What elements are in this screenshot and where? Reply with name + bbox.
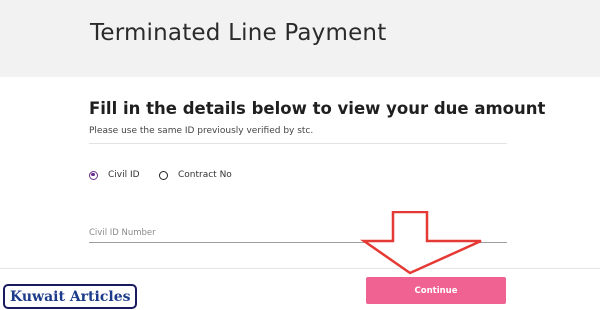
radio-unselected-icon[interactable] bbox=[159, 170, 168, 180]
radio-selected-icon[interactable] bbox=[89, 170, 98, 180]
form-heading: Fill in the details below to view your d… bbox=[89, 99, 546, 118]
footer-divider bbox=[0, 268, 600, 269]
header-band: Terminated Line Payment bbox=[0, 0, 600, 77]
red-arrow-annotation-icon bbox=[360, 211, 482, 275]
divider bbox=[89, 143, 507, 144]
radio-civil-id-label: Civil ID bbox=[108, 170, 140, 180]
form-note: Please use the same ID previously verifi… bbox=[89, 126, 314, 136]
page-title: Terminated Line Payment bbox=[90, 20, 387, 46]
radio-contract-no[interactable]: Contract No bbox=[159, 170, 232, 180]
watermark-logo: Kuwait Articles bbox=[3, 284, 138, 309]
continue-button[interactable]: Continue bbox=[366, 277, 506, 304]
radio-civil-id[interactable]: Civil ID bbox=[89, 170, 140, 180]
radio-contract-no-label: Contract No bbox=[178, 170, 232, 180]
